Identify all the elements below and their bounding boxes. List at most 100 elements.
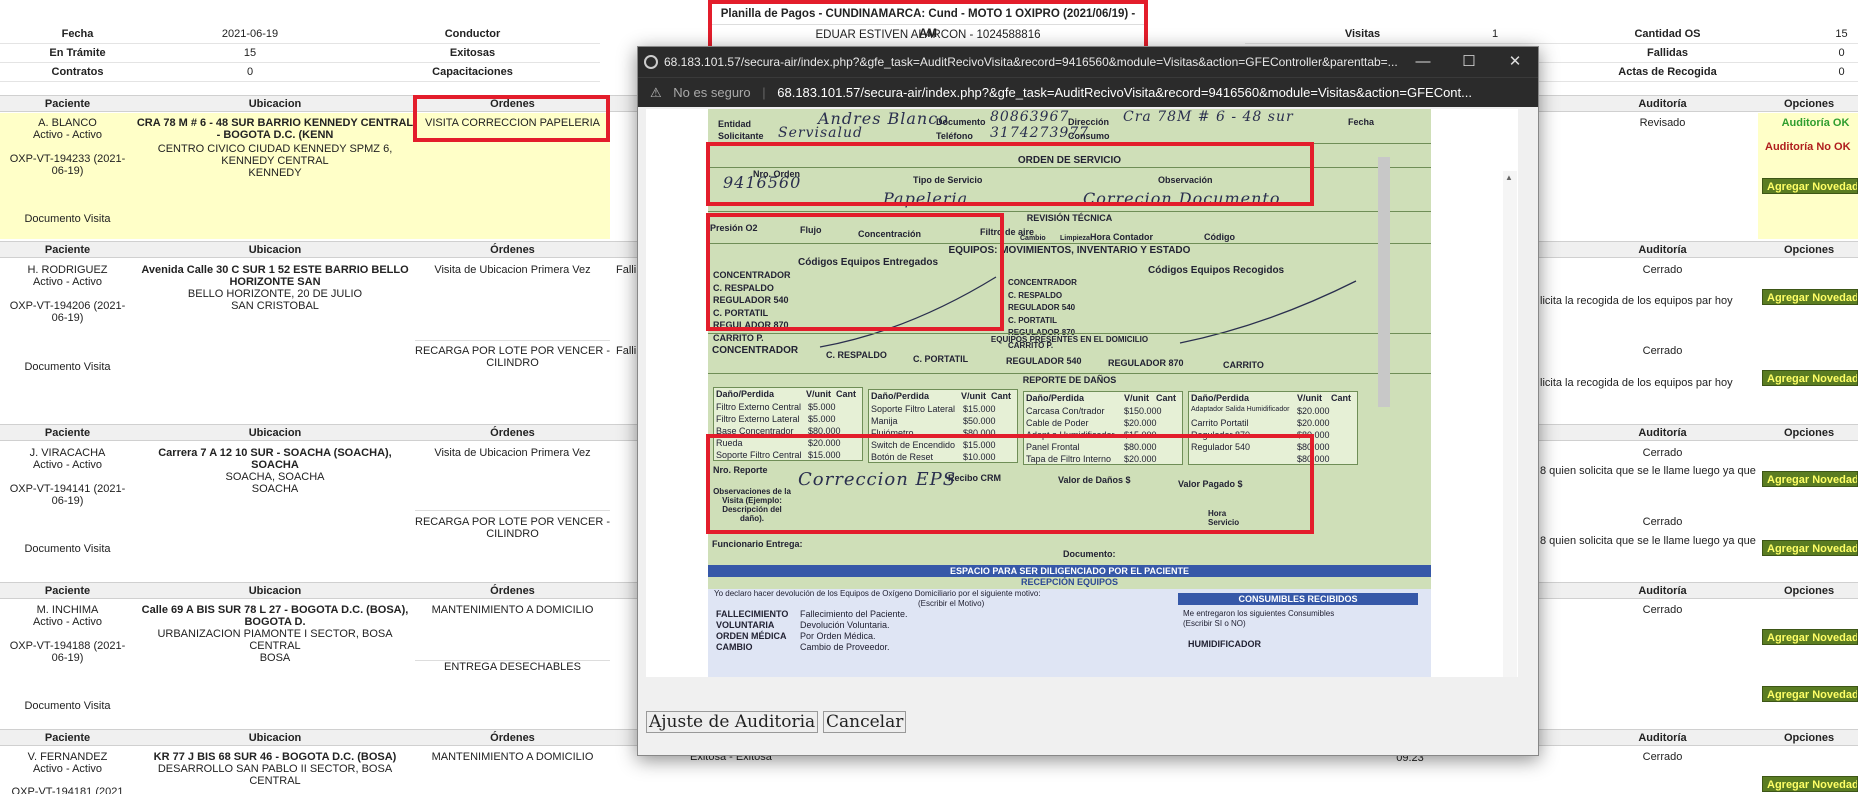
patient-status: Activo - Activo xyxy=(32,459,103,471)
audit-note: licita la recogida de los equipos par ho… xyxy=(1540,295,1733,307)
popup-address-bar[interactable]: ⚠ No es seguro | 68.183.101.57/secura-ai… xyxy=(638,77,1538,107)
present-item: REGULADOR 870 xyxy=(1108,358,1184,368)
add-novelty-button[interactable]: Agregar Novedad xyxy=(1762,471,1858,487)
address: KR 77 J BIS 68 SUR 46 - BOGOTA D.C. (BOS… xyxy=(153,751,397,763)
patient-code: OXP-VT-194206 (2021-06-19) xyxy=(9,300,126,324)
patient-code: OXP-VT-194188 (2021-06-19) xyxy=(9,640,126,664)
audit-status: Cerrado xyxy=(1642,264,1683,276)
highlight-order-box xyxy=(413,95,610,142)
add-novelty-button[interactable]: Agregar Novedad xyxy=(1762,540,1858,556)
col-opciones: Opciones xyxy=(1783,732,1835,744)
document-visit-link[interactable]: Documento Visita xyxy=(0,361,135,373)
present-item: C. PORTATIL xyxy=(913,354,969,364)
patient-name: H. RODRIGUEZ xyxy=(27,264,108,276)
add-novelty-button[interactable]: Agregar Novedad xyxy=(1762,289,1858,305)
summary-fecha-label: Fecha xyxy=(0,25,155,44)
cancel-button[interactable]: Cancelar xyxy=(823,711,907,733)
patient-status: Activo - Activo xyxy=(32,763,103,775)
minimize-icon[interactable]: — xyxy=(1400,47,1446,77)
col-paciente: Paciente xyxy=(44,585,91,597)
present-item: C. RESPALDO xyxy=(826,350,887,360)
summary-contratos-label: Contratos xyxy=(0,63,155,82)
limpieza-label: Limpieza xyxy=(1060,235,1090,242)
presentes-title: EQUIPOS PRESENTES EN EL DOMICILIO xyxy=(990,335,1149,344)
danos-title: REPORTE DE DAÑOS xyxy=(1022,375,1117,385)
col-paciente: Paciente xyxy=(44,427,91,439)
col-paciente: Paciente xyxy=(44,244,91,256)
add-novelty-button[interactable]: Agregar Novedad xyxy=(1762,776,1858,792)
summary-visitas-label: Visitas xyxy=(1245,25,1480,44)
highlight-observations xyxy=(706,434,1314,534)
form-direccion-label: Dirección xyxy=(1068,117,1110,127)
summary-conductor-label: Conductor xyxy=(345,25,600,44)
escribir-text: (Escribir el Motivo) xyxy=(918,599,985,608)
col-auditoria: Auditoría xyxy=(1638,244,1687,256)
patient-status: Activo - Activo xyxy=(32,129,103,141)
summary-fecha-value: 2021-06-19 xyxy=(155,25,345,44)
present-item: CONCENTRADOR xyxy=(712,345,799,356)
address-detail: CENTRO CIVICO CIUDAD KENNEDY SPMZ 6, KEN… xyxy=(157,143,393,167)
audit-note: licita la recogida de los equipos par ho… xyxy=(1540,377,1733,389)
warning-icon: ⚠ xyxy=(650,85,662,100)
recogidos-label: Códigos Equipos Recogidos xyxy=(1148,265,1285,276)
audit-note: 8 quien solicita que se le llame luego y… xyxy=(1540,465,1756,477)
page-title: Planilla de Pagos - CUNDINAMARCA: Cund -… xyxy=(720,8,1136,40)
audit-status: Cerrado xyxy=(1642,516,1683,528)
audit-no-ok-link[interactable]: Auditoría No OK xyxy=(1765,141,1858,153)
maximize-icon[interactable]: ☐ xyxy=(1446,47,1492,77)
patient-space-band: ESPACIO PARA SER DILIGENCIADO POR EL PAC… xyxy=(708,565,1431,577)
col-auditoria: Auditoría xyxy=(1638,427,1687,439)
document-visit-link[interactable]: Documento Visita xyxy=(0,700,135,712)
form-solicitante-label: Solicitante xyxy=(718,131,764,141)
col-ubicacion: Ubicacion xyxy=(248,98,302,110)
col-ubicacion: Ubicacion xyxy=(248,427,302,439)
hw-solicitante: Servisalud xyxy=(778,125,863,141)
summary-tramite-value: 15 xyxy=(155,44,345,63)
summary-actas-label: Actas de Recogida xyxy=(1510,63,1825,82)
order-item: ENTREGA DESECHABLES xyxy=(444,661,581,673)
form-telefono-label: Teléfono xyxy=(936,131,973,141)
audit-status: Revisado xyxy=(1639,117,1686,129)
popup-window[interactable]: 68.183.101.57/secura-air/index.php?&gfe_… xyxy=(637,46,1539,756)
add-novelty-button[interactable]: Agregar Novedad xyxy=(1762,370,1858,386)
si-no-text: (Escribir SI o NO) xyxy=(1183,619,1246,628)
add-novelty-button[interactable]: Agregar Novedad xyxy=(1762,686,1858,702)
summary-capacitaciones-label: Capacitaciones xyxy=(345,63,600,82)
locality: SAN CRISTOBAL xyxy=(231,300,319,312)
popup-url[interactable]: 68.183.101.57/secura-air/index.php?&gfe_… xyxy=(777,85,1472,100)
col-opciones: Opciones xyxy=(1783,427,1835,439)
address: Avenida Calle 30 C SUR 1 52 ESTE BARRIO … xyxy=(141,264,409,288)
summary-contratos-value: 0 xyxy=(155,63,345,82)
patient-status: Activo - Activo xyxy=(32,616,103,628)
audit-ok-link[interactable]: Auditoría OK xyxy=(1758,117,1858,129)
outer-scroll-thumb[interactable] xyxy=(1378,157,1390,407)
documento2-label: Documento: xyxy=(1063,549,1116,559)
locality: SOACHA xyxy=(251,483,299,495)
add-novelty-button[interactable]: Agregar Novedad xyxy=(1762,178,1858,194)
audit-note: 8 quien solicita que se le llame luego y… xyxy=(1540,535,1756,547)
close-icon[interactable]: ✕ xyxy=(1492,47,1538,77)
patient-status: Activo - Activo xyxy=(32,276,103,288)
address-detail: DESARROLLO SAN PABLO II SECTOR, BOSA xyxy=(157,763,393,775)
col-opciones: Opciones xyxy=(1783,244,1835,256)
page-header: Planilla de Pagos - CUNDINAMARCA: Cund -… xyxy=(708,0,1148,52)
add-novelty-button[interactable]: Agregar Novedad xyxy=(1762,629,1858,645)
col-ordenes: Órdenes xyxy=(490,427,535,439)
summary-visitas-value: 1 xyxy=(1480,25,1510,44)
locality: KENNEDY xyxy=(248,167,302,179)
consumibles-title: CONSUMIBLES RECIBIDOS xyxy=(1238,594,1358,604)
patient-code: OXP-VT-194233 (2021-06-19) xyxy=(9,153,126,177)
form-fecha-label: Fecha xyxy=(1348,117,1375,127)
document-visit-link[interactable]: Documento Visita xyxy=(0,213,135,225)
codigo-label: Código xyxy=(1204,232,1235,242)
present-item: REGULADOR 540 xyxy=(1006,356,1082,366)
audit-adjust-button[interactable]: Ajuste de Auditoria xyxy=(646,711,819,733)
popup-titlebar[interactable]: 68.183.101.57/secura-air/index.php?&gfe_… xyxy=(638,47,1538,77)
scroll-up-icon[interactable]: ▲ xyxy=(1505,173,1513,182)
record-highlight-opts xyxy=(1758,113,1858,239)
col-ordenes: Órdenes xyxy=(490,732,535,744)
funcionario-label: Funcionario Entrega: xyxy=(712,539,803,549)
summary-fallidas-label: Fallidas xyxy=(1510,44,1825,63)
document-visit-link[interactable]: Documento Visita xyxy=(0,543,135,555)
inner-scrollbar[interactable]: ▲ ▼ xyxy=(1503,171,1517,677)
